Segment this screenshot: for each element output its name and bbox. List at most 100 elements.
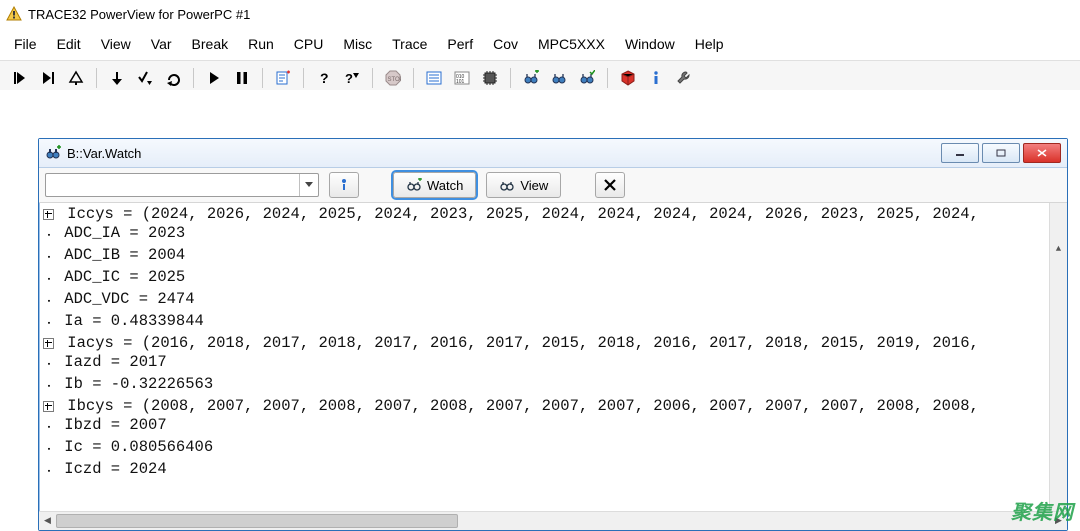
bullet-icon — [43, 353, 55, 375]
menu-edit[interactable]: Edit — [47, 34, 91, 54]
menu-var[interactable]: Var — [141, 34, 182, 54]
help-question-icon: ? — [316, 70, 332, 86]
bullet-icon — [43, 375, 55, 397]
info-i-button[interactable] — [644, 66, 668, 90]
binocular-button[interactable] — [547, 66, 571, 90]
combo-dropdown-icon[interactable] — [299, 174, 318, 196]
bullet-icon — [43, 290, 55, 312]
bullet-icon — [43, 460, 55, 482]
binocular-plus-icon — [45, 145, 61, 161]
step-stop-button[interactable] — [64, 66, 88, 90]
expression-combo[interactable] — [45, 173, 319, 197]
close-button[interactable] — [1023, 143, 1061, 163]
horizontal-scrollbar[interactable]: ◀ ▶ — [39, 511, 1067, 530]
down-arrow-button[interactable] — [105, 66, 129, 90]
wrench-button[interactable] — [672, 66, 696, 90]
step-into-start-button[interactable] — [8, 66, 32, 90]
watch-button[interactable]: Watch — [393, 172, 476, 198]
bullet-icon — [43, 416, 55, 438]
watch-row[interactable]: Ibcys = (2008, 2007, 2007, 2008, 2007, 2… — [43, 397, 1063, 416]
binocular-icon — [551, 70, 567, 86]
watch-row[interactable]: Iccys = (2024, 2026, 2024, 2025, 2024, 2… — [43, 205, 1063, 224]
expression-input[interactable] — [46, 174, 299, 196]
watch-row[interactable]: Iazd = 2017 — [43, 353, 1063, 375]
red-cube-icon — [620, 70, 636, 86]
toolbar-separator — [607, 68, 608, 88]
chip-icon — [482, 70, 498, 86]
list-lines-button[interactable] — [422, 66, 446, 90]
help-arrow-button[interactable]: ? — [340, 66, 364, 90]
watch-row[interactable]: Ibzd = 2007 — [43, 416, 1063, 438]
menu-help[interactable]: Help — [685, 34, 734, 54]
watch-row[interactable]: Ib = -0.32226563 — [43, 375, 1063, 397]
watch-row[interactable]: Iczd = 2024 — [43, 460, 1063, 482]
menu-mpc5xxx[interactable]: MPC5XXX — [528, 34, 615, 54]
binary-101-button[interactable]: 010101 — [450, 66, 474, 90]
watch-row[interactable]: ADC_IC = 2025 — [43, 268, 1063, 290]
expand-icon[interactable] — [43, 209, 54, 220]
svg-text:?: ? — [320, 70, 329, 86]
view-button-label: View — [520, 178, 548, 193]
maximize-button[interactable] — [982, 143, 1020, 163]
menu-perf[interactable]: Perf — [437, 34, 483, 54]
binocular-plus-button[interactable] — [519, 66, 543, 90]
scroll-thumb[interactable] — [56, 514, 458, 528]
menu-trace[interactable]: Trace — [382, 34, 437, 54]
binocular-icon — [499, 178, 515, 192]
redo-arrow-button[interactable] — [161, 66, 185, 90]
scroll-up-icon[interactable]: ▲ — [1050, 241, 1067, 258]
bullet-icon — [43, 312, 55, 334]
scroll-right-icon[interactable]: ▶ — [1050, 512, 1067, 530]
svg-text:?: ? — [345, 71, 353, 86]
toolbar-separator — [510, 68, 511, 88]
var-watch-titlebar[interactable]: B::Var.Watch — [39, 139, 1067, 168]
vertical-scrollbar[interactable]: ▲ — [1049, 203, 1067, 512]
watch-row-text: Ic = 0.080566406 — [55, 438, 213, 457]
step-into-end-button[interactable] — [36, 66, 60, 90]
binary-101-icon: 010101 — [454, 70, 470, 86]
watch-row[interactable]: Ic = 0.080566406 — [43, 438, 1063, 460]
minimize-button[interactable] — [941, 143, 979, 163]
expand-icon[interactable] — [43, 401, 54, 412]
app-icon — [6, 6, 22, 22]
expand-icon[interactable] — [43, 338, 54, 349]
var-watch-title: B::Var.Watch — [67, 146, 941, 161]
watch-row[interactable]: ADC_IB = 2004 — [43, 246, 1063, 268]
view-button[interactable]: View — [486, 172, 561, 198]
help-question-button[interactable]: ? — [312, 66, 336, 90]
binocular-check-button[interactable] — [575, 66, 599, 90]
red-cube-button[interactable] — [616, 66, 640, 90]
title-bar: TRACE32 PowerView for PowerPC #1 — [0, 0, 1080, 28]
menu-view[interactable]: View — [91, 34, 141, 54]
menu-file[interactable]: File — [4, 34, 47, 54]
menu-cov[interactable]: Cov — [483, 34, 528, 54]
toolbar-separator — [413, 68, 414, 88]
check-down-button[interactable] — [133, 66, 157, 90]
var-watch-toolbar: Watch View — [39, 168, 1067, 203]
scroll-track[interactable] — [56, 512, 1050, 530]
chip-button[interactable] — [478, 66, 502, 90]
play-button[interactable] — [202, 66, 226, 90]
menu-break[interactable]: Break — [182, 34, 239, 54]
pause-button[interactable] — [230, 66, 254, 90]
menu-window[interactable]: Window — [615, 34, 685, 54]
watch-row-text: Ibzd = 2007 — [55, 416, 167, 435]
scroll-left-icon[interactable]: ◀ — [39, 512, 56, 530]
watch-list[interactable]: Iccys = (2024, 2026, 2024, 2025, 2024, 2… — [39, 203, 1067, 530]
watch-row-text: ADC_IC = 2025 — [55, 268, 185, 287]
watch-row[interactable]: ADC_VDC = 2474 — [43, 290, 1063, 312]
note-plus-button[interactable] — [271, 66, 295, 90]
stop-sign-button[interactable]: STOP — [381, 66, 405, 90]
watch-row[interactable]: Ia = 0.48339844 — [43, 312, 1063, 334]
bullet-icon — [43, 438, 55, 460]
bullet-icon — [43, 268, 55, 290]
watch-row[interactable]: Iacys = (2016, 2018, 2017, 2018, 2017, 2… — [43, 334, 1063, 353]
menu-run[interactable]: Run — [238, 34, 284, 54]
menu-cpu[interactable]: CPU — [284, 34, 334, 54]
delete-button[interactable] — [595, 172, 625, 198]
note-plus-icon — [275, 70, 291, 86]
info-button[interactable] — [329, 172, 359, 198]
svg-text:101: 101 — [456, 79, 465, 85]
menu-misc[interactable]: Misc — [333, 34, 382, 54]
watch-row[interactable]: ADC_IA = 2023 — [43, 224, 1063, 246]
